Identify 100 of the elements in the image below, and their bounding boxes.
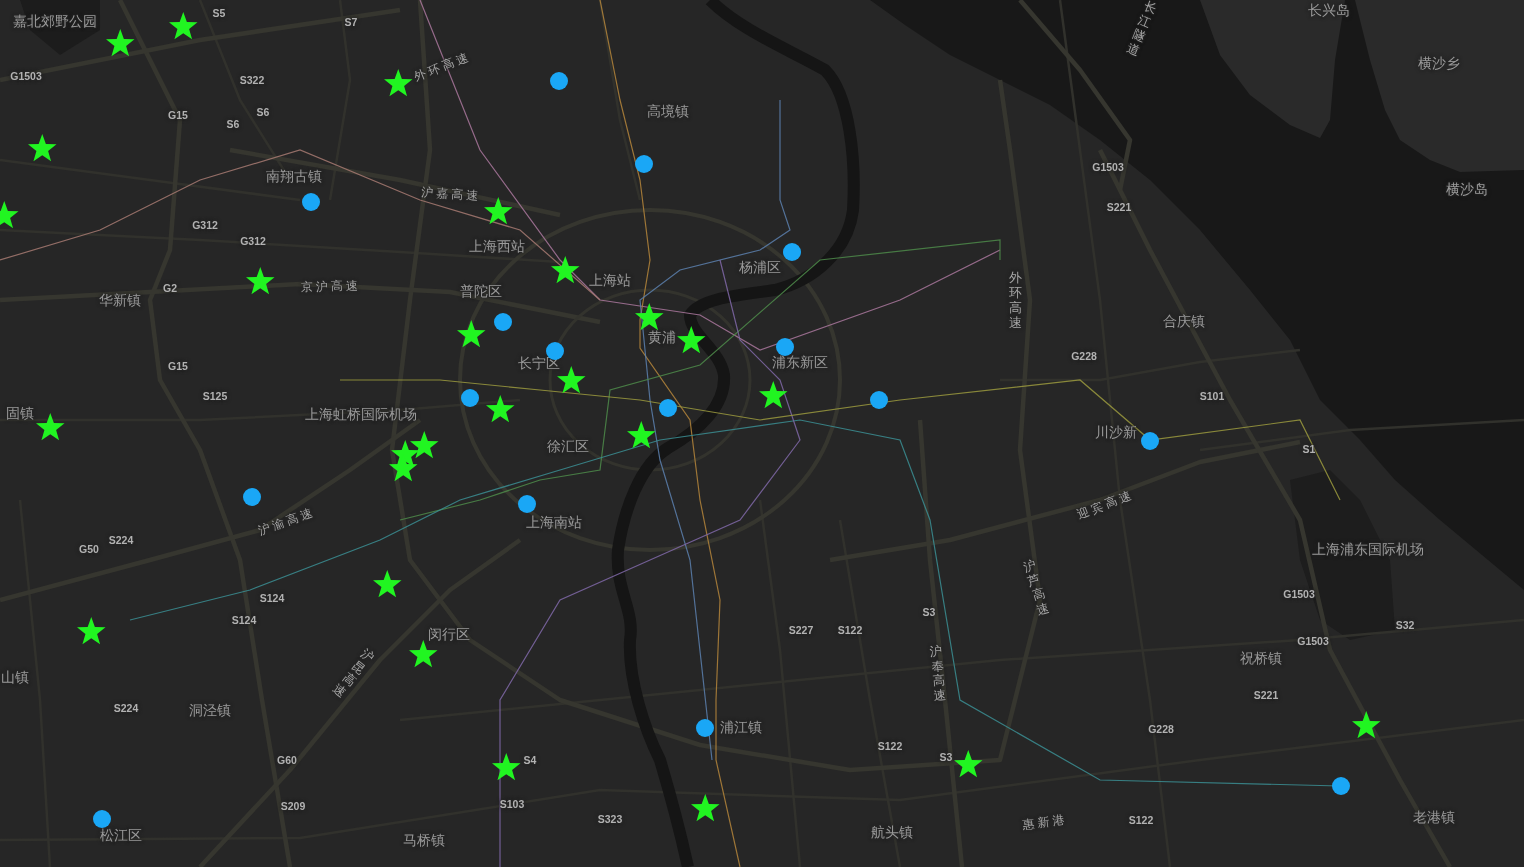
star-marker-icon[interactable] [105, 29, 135, 57]
circle-marker-icon[interactable] [696, 719, 714, 737]
star-marker-icon[interactable] [626, 421, 656, 449]
place-name: 老港镇 [1413, 809, 1455, 825]
place-name: 高境镇 [647, 103, 689, 119]
place-name: 横沙岛 [1446, 181, 1488, 197]
place-name: 长兴岛 [1308, 2, 1350, 18]
place-name: 上海西站 [469, 238, 525, 254]
star-marker-icon[interactable] [35, 413, 65, 441]
place-name: 川沙新 [1095, 424, 1137, 440]
circle-marker-icon[interactable] [494, 313, 512, 331]
road-number: G50 [79, 544, 99, 556]
star-marker-icon[interactable] [953, 750, 983, 778]
road-number: S4 [523, 755, 537, 767]
circle-marker-icon[interactable] [659, 399, 677, 417]
place-name: 上海虹桥国际机场 [305, 406, 417, 422]
place-name: 嘉北郊野公园 [13, 13, 97, 29]
star-marker-icon[interactable] [491, 753, 521, 781]
circle-marker-icon[interactable] [783, 243, 801, 261]
star-marker-icon[interactable] [408, 640, 438, 668]
highway-name: 沪奉高速 [929, 642, 947, 704]
road-number: G228 [1148, 724, 1174, 736]
place-name: 普陀区 [460, 283, 502, 299]
place-name: 上海浦东国际机场 [1312, 541, 1424, 557]
road-number: G1503 [1283, 589, 1315, 601]
place-name: 合庆镇 [1163, 313, 1205, 329]
place-name: 华新镇 [99, 292, 141, 308]
place-name: 闵行区 [428, 626, 470, 642]
road-number: G228 [1071, 351, 1097, 363]
star-marker-icon[interactable] [372, 570, 402, 598]
road-number: S6 [256, 107, 270, 119]
star-marker-icon[interactable] [383, 69, 413, 97]
place-name: 洞泾镇 [189, 702, 231, 718]
road-number: S122 [877, 741, 903, 753]
road-number: G1503 [1297, 636, 1329, 648]
highway-name: 惠新港 [1021, 813, 1069, 833]
star-marker-icon[interactable] [76, 617, 106, 645]
road-number: S5 [212, 8, 226, 20]
place-name: 马桥镇 [403, 832, 445, 848]
place-name: 南翔古镇 [266, 168, 322, 184]
highway-name: 迎宾高速 [1075, 487, 1137, 523]
road-number: G312 [192, 220, 218, 232]
highway-name: 外环高速 [412, 49, 474, 85]
circle-marker-icon[interactable] [635, 155, 653, 173]
star-marker-icon[interactable] [550, 256, 580, 284]
star-marker-icon[interactable] [676, 326, 706, 354]
circle-marker-icon[interactable] [1141, 432, 1159, 450]
place-name: 上海南站 [526, 514, 582, 530]
place-name: 祝桥镇 [1240, 650, 1282, 666]
highway-name: 外环高速 [1008, 270, 1022, 330]
road-number: G15 [168, 110, 188, 122]
circle-marker-icon[interactable] [93, 810, 111, 828]
road-number: G60 [277, 755, 297, 767]
highway-name: 沪昆高速 [330, 645, 378, 701]
place-name: 松江区 [100, 827, 142, 843]
road-number: S221 [1253, 690, 1279, 702]
place-name: 上海站 [589, 272, 631, 288]
circle-marker-icon[interactable] [302, 193, 320, 211]
circle-marker-icon[interactable] [776, 338, 794, 356]
road-number: G312 [240, 236, 266, 248]
circle-marker-icon[interactable] [461, 389, 479, 407]
road-number: S101 [1199, 391, 1225, 403]
highway-name: 长江隧道 [1124, 0, 1160, 59]
star-marker-icon[interactable] [245, 267, 275, 295]
road-number: S221 [1106, 202, 1132, 214]
highway-name: 京沪高速 [300, 279, 362, 295]
place-name: 杨浦区 [739, 259, 781, 275]
road-number: S224 [113, 703, 139, 715]
road-number: G1503 [1092, 162, 1124, 174]
star-marker-icon[interactable] [634, 303, 664, 331]
star-marker-icon[interactable] [485, 395, 515, 423]
circle-marker-icon[interactable] [518, 495, 536, 513]
highway-name: 沪嘉高速 [420, 186, 482, 204]
star-marker-icon[interactable] [690, 794, 720, 822]
circle-marker-icon[interactable] [550, 72, 568, 90]
road-number: S322 [239, 75, 265, 87]
place-name: 固镇 [6, 405, 34, 421]
circle-marker-icon[interactable] [870, 391, 888, 409]
star-marker-icon[interactable] [758, 381, 788, 409]
road-number: S103 [499, 799, 525, 811]
star-marker-icon[interactable] [1351, 711, 1381, 739]
star-marker-icon[interactable] [168, 12, 198, 40]
star-marker-icon[interactable] [483, 197, 513, 225]
star-marker-icon[interactable] [27, 134, 57, 162]
place-name: 航头镇 [871, 824, 913, 840]
star-marker-icon[interactable] [409, 431, 439, 459]
star-marker-icon[interactable] [456, 320, 486, 348]
place-name: 黄浦 [648, 329, 676, 345]
highway-name: 沪渝高速 [256, 505, 318, 539]
place-name: 山镇 [1, 669, 29, 685]
road-number: S32 [1395, 620, 1415, 632]
circle-marker-icon[interactable] [243, 488, 261, 506]
circle-marker-icon[interactable] [1332, 777, 1350, 795]
road-number: S3 [939, 752, 953, 764]
road-number: S6 [226, 119, 240, 131]
road-number: S122 [837, 625, 863, 637]
road-number: S224 [108, 535, 134, 547]
road-number: S125 [202, 391, 228, 403]
road-number: S323 [597, 814, 623, 826]
road-number: G15 [168, 361, 188, 373]
